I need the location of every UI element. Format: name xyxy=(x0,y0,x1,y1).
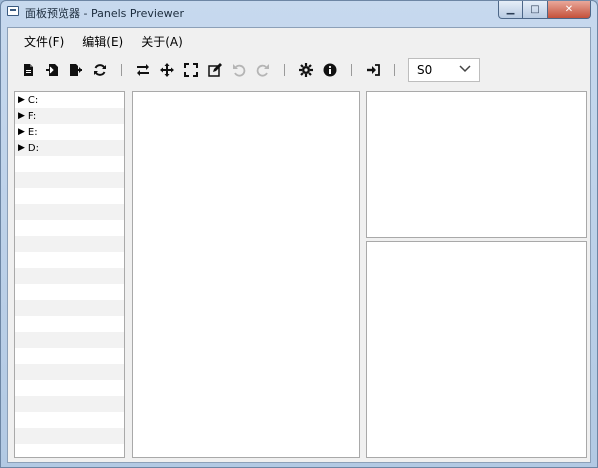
tree-empty-row xyxy=(15,348,124,364)
refresh-icon[interactable] xyxy=(88,58,112,82)
tree-empty-row xyxy=(15,284,124,300)
toolbar-separator xyxy=(121,64,122,76)
tree-empty-row xyxy=(15,396,124,412)
menu-file[interactable]: 文件(F) xyxy=(16,30,72,53)
tree-item-label: D: xyxy=(27,142,39,154)
undo-icon[interactable] xyxy=(227,58,251,82)
tree-empty-row xyxy=(15,300,124,316)
tree-item-drive[interactable]: ▶ C: xyxy=(15,92,124,108)
menu-edit[interactable]: 编辑(E) xyxy=(74,30,131,53)
tree-item-label: F: xyxy=(27,110,37,122)
window-controls: ▁ □ ✕ xyxy=(498,1,591,19)
tree-empty-row xyxy=(15,188,124,204)
tree-empty-row xyxy=(15,332,124,348)
chevron-down-icon xyxy=(459,64,471,76)
import-icon[interactable] xyxy=(40,58,64,82)
scene-select-value: S0 xyxy=(417,63,433,77)
details-panel[interactable] xyxy=(366,241,587,458)
tree-empty-row xyxy=(15,364,124,380)
tree-item-drive[interactable]: ▶ D: xyxy=(15,140,124,156)
app-window: 面板预览器 - Panels Previewer ▁ □ ✕ 文件(F) 编辑(… xyxy=(0,0,598,468)
tree-empty-row xyxy=(15,252,124,268)
tree-item-drive[interactable]: ▶ F: xyxy=(15,108,124,124)
fullscreen-icon[interactable] xyxy=(179,58,203,82)
menu-about[interactable]: 关于(A) xyxy=(133,30,191,53)
tree-item-drive[interactable]: ▶ E: xyxy=(15,124,124,140)
minimize-button[interactable]: ▁ xyxy=(498,1,523,19)
expand-arrow-icon[interactable]: ▶ xyxy=(18,143,25,153)
tree-empty-row xyxy=(15,428,124,444)
tree-empty-row xyxy=(15,268,124,284)
tree-empty-row xyxy=(15,236,124,252)
redo-icon[interactable] xyxy=(251,58,275,82)
settings-icon[interactable] xyxy=(294,58,318,82)
tree-empty-row xyxy=(15,412,124,428)
toolbar-separator xyxy=(394,64,395,76)
window-title: 面板预览器 - Panels Previewer xyxy=(25,7,184,20)
tree-empty-row xyxy=(15,444,124,457)
tree-empty-row xyxy=(15,172,124,188)
menu-bar: 文件(F) 编辑(E) 关于(A) xyxy=(8,28,590,54)
toolbar: S0 xyxy=(8,54,590,86)
expand-arrow-icon[interactable]: ▶ xyxy=(18,127,25,137)
maximize-button[interactable]: □ xyxy=(523,1,548,19)
tree-item-label: E: xyxy=(27,126,38,138)
scene-select[interactable]: S0 xyxy=(408,58,480,82)
tree-empty-row xyxy=(15,156,124,172)
close-button[interactable]: ✕ xyxy=(548,1,591,19)
tree-item-label: C: xyxy=(27,94,39,106)
swap-icon[interactable] xyxy=(131,58,155,82)
move-icon[interactable] xyxy=(155,58,179,82)
tree-empty-row xyxy=(15,316,124,332)
file-tree-panel[interactable]: ▶ C: ▶ F: ▶ E: ▶ D: xyxy=(14,91,125,458)
exit-icon[interactable] xyxy=(361,58,385,82)
expand-arrow-icon[interactable]: ▶ xyxy=(18,95,25,105)
expand-arrow-icon[interactable]: ▶ xyxy=(18,111,25,121)
info-icon[interactable] xyxy=(318,58,342,82)
title-bar[interactable]: 面板预览器 - Panels Previewer ▁ □ ✕ xyxy=(1,1,597,23)
tree-empty-row xyxy=(15,204,124,220)
new-file-icon[interactable] xyxy=(16,58,40,82)
app-icon[interactable] xyxy=(7,6,19,16)
tree-empty-row xyxy=(15,220,124,236)
preview-panel[interactable] xyxy=(132,91,360,458)
client-area: 文件(F) 编辑(E) 关于(A) S0 ▶ C: ▶ F: ▶ E: ▶ D: xyxy=(7,27,591,463)
toolbar-separator xyxy=(351,64,352,76)
tree-empty-row xyxy=(15,380,124,396)
properties-panel[interactable] xyxy=(366,91,587,238)
export-icon[interactable] xyxy=(64,58,88,82)
edit-icon[interactable] xyxy=(203,58,227,82)
toolbar-separator xyxy=(284,64,285,76)
